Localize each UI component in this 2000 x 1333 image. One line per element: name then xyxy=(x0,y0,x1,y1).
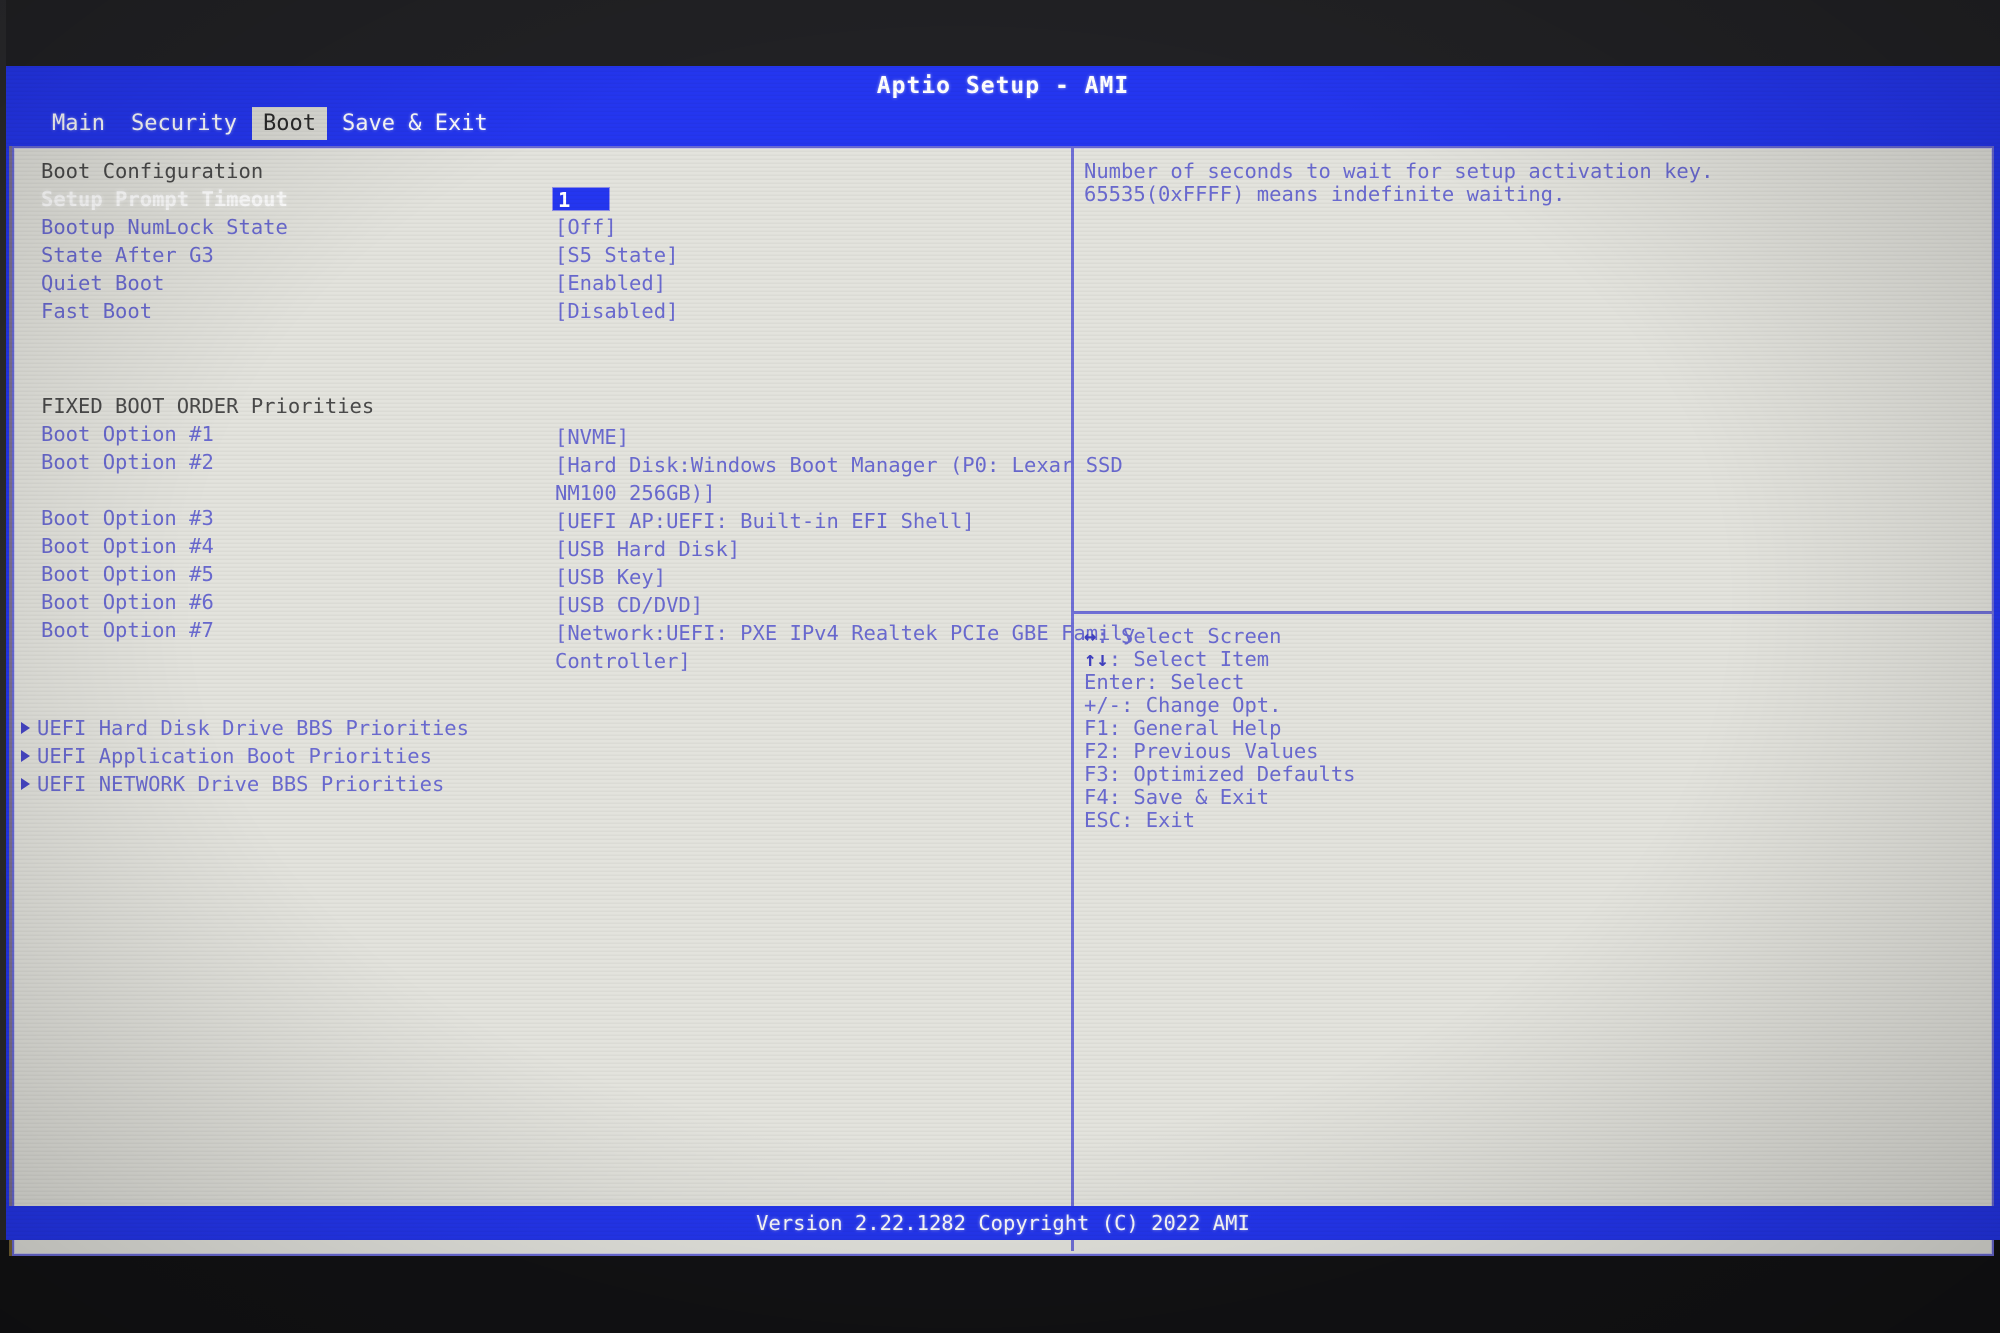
arrow-keys-icon: ↑↓ xyxy=(1084,647,1109,671)
boot-option-value-2[interactable]: [Hard Disk:Windows Boot Manager (P0: Lex… xyxy=(555,451,1123,507)
legend-row-9: ESC: Exit xyxy=(1084,809,1984,832)
legend-row-1: ↔: Select Screen xyxy=(1084,625,1984,648)
monitor-bezel-top xyxy=(0,0,2000,66)
monitor-photo: Aptio Setup - AMI Main Security Boot Save &… xyxy=(0,0,2000,1333)
boot-option-value-6[interactable]: [USB CD/DVD] xyxy=(555,591,703,619)
tab-security[interactable]: Security xyxy=(120,107,248,140)
legend-row-text: F1: General Help xyxy=(1084,716,1282,740)
legend-row-text: ESC: Exit xyxy=(1084,808,1196,832)
legend-row-2: ↑↓: Select Item xyxy=(1084,648,1984,671)
boot-option-label-3[interactable]: Boot Option #3 xyxy=(41,507,214,529)
boot-option-value-5[interactable]: [USB Key] xyxy=(555,563,666,591)
legend-row-text: : Select Screen xyxy=(1096,624,1282,648)
submenu-item-3[interactable]: UEFI NETWORK Drive BBS Priorities xyxy=(21,773,444,795)
legend-row-3: Enter: Select xyxy=(1084,671,1984,694)
setting-label-fast-boot[interactable]: Fast Boot xyxy=(41,300,152,322)
bios-screen: Aptio Setup - AMI Main Security Boot Save &… xyxy=(6,66,2000,1256)
boot-option-label-4[interactable]: Boot Option #4 xyxy=(41,535,214,557)
boot-option-label-2[interactable]: Boot Option #2 xyxy=(41,451,214,473)
page-title: Aptio Setup - AMI xyxy=(876,73,1130,99)
legend-row-6: F2: Previous Values xyxy=(1084,740,1984,763)
boot-option-label-6[interactable]: Boot Option #6 xyxy=(41,591,214,613)
settings-panel: Boot Configuration Setup Prompt Timeout 1 B… xyxy=(9,146,1994,1256)
version-footer: Version 2.22.1282 Copyright (C) 2022 AMI xyxy=(6,1206,2000,1240)
boot-option-value-1[interactable]: [NVME] xyxy=(555,423,629,451)
submenu-item-1[interactable]: UEFI Hard Disk Drive BBS Priorities xyxy=(21,717,469,739)
boot-option-label-5[interactable]: Boot Option #5 xyxy=(41,563,214,585)
boot-option-value-7[interactable]: [Network:UEFI: PXE IPv4 Realtek PCIe GBE… xyxy=(555,619,1135,675)
help-text: Number of seconds to wait for setup acti… xyxy=(1084,159,1714,206)
setting-label-state-after-g3[interactable]: State After G3 xyxy=(41,244,214,266)
setting-label-setup-prompt-timeout[interactable]: Setup Prompt Timeout xyxy=(41,188,288,210)
chevron-right-icon xyxy=(21,778,30,791)
chevron-right-icon xyxy=(21,750,30,763)
help-column: Number of seconds to wait for setup acti… xyxy=(1076,148,1994,1251)
panel-divider-vertical xyxy=(1071,148,1074,1251)
setting-value-state-after-g3[interactable]: [S5 State] xyxy=(555,244,678,266)
legend-row-5: F1: General Help xyxy=(1084,717,1984,740)
boot-option-label-7[interactable]: Boot Option #7 xyxy=(41,619,214,641)
key-legend: ↔: Select Screen ↑↓: Select Item Enter: Se… xyxy=(1084,625,1984,832)
boot-option-value-3[interactable]: [UEFI AP:UEFI: Built-in EFI Shell] xyxy=(555,507,975,535)
legend-row-text: Enter: Select xyxy=(1084,670,1245,694)
legend-row-8: F4: Save & Exit xyxy=(1084,786,1984,809)
arrow-keys-icon: ↔ xyxy=(1084,624,1097,648)
legend-row-text: +/-: Change Opt. xyxy=(1084,693,1282,717)
tab-save-exit[interactable]: Save & Exit xyxy=(331,107,499,140)
section-heading-fixed-boot-order: FIXED BOOT ORDER Priorities xyxy=(41,394,375,419)
boot-option-value-4[interactable]: [USB Hard Disk] xyxy=(555,535,740,563)
legend-row-text: : Select Item xyxy=(1108,647,1270,671)
submenu-item-label: UEFI Hard Disk Drive BBS Priorities xyxy=(37,716,469,741)
setting-label-quiet-boot[interactable]: Quiet Boot xyxy=(41,272,164,294)
setting-label-bootup-numlock-state[interactable]: Bootup NumLock State xyxy=(41,216,288,238)
menu-tab-bar: Main Security Boot Save & Exit xyxy=(6,107,2000,140)
submenu-item-2[interactable]: UEFI Application Boot Priorities xyxy=(21,745,432,767)
submenu-item-label: UEFI NETWORK Drive BBS Priorities xyxy=(37,772,445,797)
boot-option-label-1[interactable]: Boot Option #1 xyxy=(41,423,214,445)
legend-row-text: F4: Save & Exit xyxy=(1084,785,1270,809)
tab-boot[interactable]: Boot xyxy=(252,107,327,140)
settings-column: Boot Configuration Setup Prompt Timeout 1 B… xyxy=(14,148,1135,1251)
chevron-right-icon xyxy=(21,722,30,735)
legend-row-text: F2: Previous Values xyxy=(1084,739,1319,763)
setting-value-quiet-boot[interactable]: [Enabled] xyxy=(555,272,666,294)
setting-value-bootup-numlock-state[interactable]: [Off] xyxy=(555,216,617,238)
submenu-item-label: UEFI Application Boot Priorities xyxy=(37,744,432,769)
legend-row-text: F3: Optimized Defaults xyxy=(1084,762,1356,786)
section-heading-boot-configuration: Boot Configuration xyxy=(41,159,264,183)
legend-row-7: F3: Optimized Defaults xyxy=(1084,763,1984,786)
tab-main[interactable]: Main xyxy=(41,107,116,140)
setup-prompt-timeout-input[interactable]: 1 xyxy=(552,187,610,212)
legend-row-4: +/-: Change Opt. xyxy=(1084,694,1984,717)
setting-value-fast-boot[interactable]: [Disabled] xyxy=(555,300,678,322)
